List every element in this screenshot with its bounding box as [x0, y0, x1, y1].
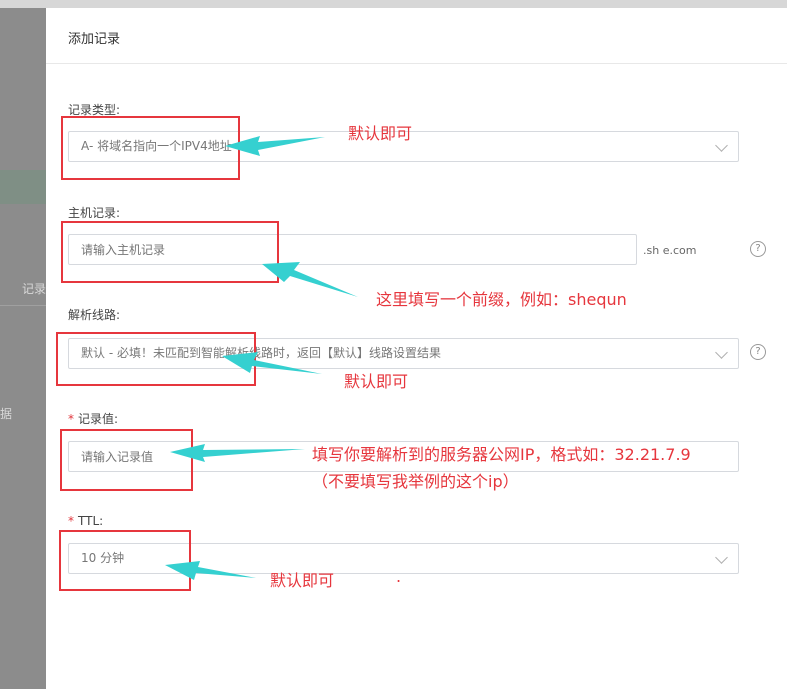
annotation-arrows — [165, 136, 358, 580]
annotation-dot: . — [396, 567, 402, 586]
arrow-ttl — [165, 561, 256, 580]
annotation-note: 这里填写一个前缀，例如：shequn — [376, 290, 627, 309]
annotation-note: 默认即可 — [270, 571, 335, 590]
arrow-record-type — [225, 136, 325, 156]
annotation-note: 默认即可 — [348, 124, 413, 143]
annotation-note: （不要填写我举例的这个ip） — [312, 472, 519, 491]
annotation-note: 默认即可 — [344, 372, 409, 391]
arrow-record-value — [170, 444, 305, 462]
arrow-host-record — [262, 262, 358, 297]
arrow-resolve-line — [222, 352, 322, 374]
annotation-note: 填写你要解析到的服务器公网IP，格式如：32.21.7.9 — [312, 445, 691, 464]
